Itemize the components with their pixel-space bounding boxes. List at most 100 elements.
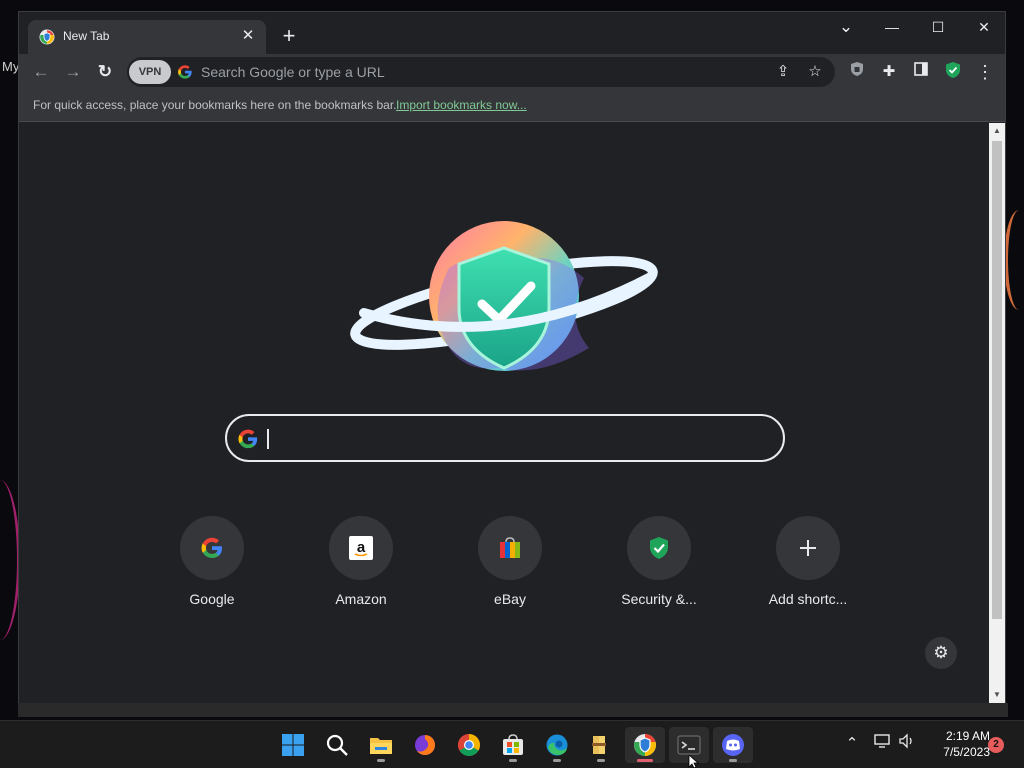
shortcut-tile: [627, 516, 691, 580]
google-g-icon: [178, 65, 192, 79]
system-clock[interactable]: 2:19 AM 7/5/2023: [922, 728, 990, 760]
bookmarks-bar: For quick access, place your bookmarks h…: [19, 90, 1005, 122]
start-button[interactable]: [273, 727, 313, 763]
security-extension-icon[interactable]: [942, 61, 964, 83]
shortcut-label: Add shortc...: [768, 591, 848, 607]
scroll-thumb[interactable]: [992, 141, 1002, 619]
tab-new-tab[interactable]: New Tab ✕: [28, 20, 266, 54]
shortcut-tile: [478, 516, 542, 580]
side-panel-icon[interactable]: [910, 61, 932, 83]
shortcuts-grid: Google a Amazon eBay Security &... Add s…: [156, 516, 856, 616]
security-planet-illustration: [350, 221, 658, 371]
forward-button[interactable]: →: [59, 58, 87, 86]
show-hidden-icons-chevron-icon[interactable]: ⌃: [841, 733, 863, 755]
ntp-search-box[interactable]: [225, 414, 785, 462]
folder-icon: [370, 738, 392, 754]
clock-time: 2:19 AM: [945, 729, 990, 743]
shield-check-icon: [650, 537, 668, 559]
shortcut-tile: [776, 516, 840, 580]
omnibox-placeholder: Search Google or type a URL: [201, 64, 385, 80]
taskbar-winrar[interactable]: [581, 727, 621, 763]
running-indicator: [729, 759, 737, 762]
address-bar[interactable]: VPN Search Google or type a URL ⇪ ☆: [127, 57, 835, 87]
minimize-button[interactable]: —: [869, 14, 915, 40]
taskbar-search-button[interactable]: [317, 727, 357, 763]
vpn-button[interactable]: VPN: [129, 60, 171, 84]
scroll-up-arrow-icon[interactable]: ▲: [989, 123, 1005, 139]
discord-icon: [722, 734, 744, 756]
desktop-icon-label[interactable]: My: [2, 59, 19, 74]
shortcut-tile: [180, 516, 244, 580]
new-tab-button[interactable]: +: [276, 24, 302, 50]
share-icon[interactable]: ⇪: [773, 62, 793, 82]
terminal-icon: [677, 735, 701, 755]
shortcut-google[interactable]: Google: [156, 516, 268, 616]
wallpaper-glow-right: [1004, 210, 1024, 310]
active-indicator: [637, 759, 653, 762]
running-indicator: [509, 759, 517, 762]
new-tab-page: Google a Amazon eBay Security &... Add s…: [19, 123, 989, 703]
taskbar-file-explorer[interactable]: [361, 727, 401, 763]
taskbar-discord[interactable]: [713, 727, 753, 763]
title-bar[interactable]: New Tab ✕ + ⌄ — ☐ ✕: [19, 12, 1005, 54]
secure-browser-icon: [634, 734, 656, 756]
shortcut-label: eBay: [494, 591, 526, 607]
import-bookmarks-link[interactable]: Import bookmarks now...: [396, 98, 527, 112]
firefox-icon: [415, 735, 435, 755]
shortcut-amazon[interactable]: a Amazon: [305, 516, 417, 616]
reload-button[interactable]: ↻: [91, 58, 119, 86]
background-window-strip: [18, 703, 1008, 717]
svg-text:a: a: [357, 539, 366, 556]
search-icon: [326, 734, 348, 756]
shortcut-label: Google: [189, 591, 235, 607]
running-indicator: [597, 759, 605, 762]
network-icon[interactable]: [872, 733, 894, 755]
mouse-pointer-icon: [688, 755, 700, 768]
extensions-puzzle-icon[interactable]: ✚: [878, 61, 900, 83]
running-indicator: [377, 759, 385, 762]
scroll-down-arrow-icon[interactable]: ▼: [989, 687, 1005, 703]
page-scrollbar[interactable]: ▲ ▼: [989, 123, 1005, 703]
shortcut-label: Security &...: [621, 591, 697, 607]
browser-favicon-icon: [39, 29, 55, 45]
shortcut-security[interactable]: Security &...: [603, 516, 715, 616]
running-indicator: [553, 759, 561, 762]
volume-icon[interactable]: [896, 733, 918, 755]
edge-icon: [546, 734, 568, 756]
store-bag-icon: [503, 734, 523, 755]
taskbar-firefox[interactable]: [405, 727, 445, 763]
bookmarks-bar-message: For quick access, place your bookmarks h…: [33, 98, 397, 112]
notification-badge[interactable]: 2: [988, 737, 1004, 753]
plus-icon: [800, 540, 816, 556]
windows-logo-icon: [282, 734, 304, 756]
taskbar-chrome[interactable]: [449, 727, 489, 763]
wallpaper-glow-left: [0, 480, 20, 640]
taskbar-secure-browser[interactable]: [625, 727, 665, 763]
tab-title: New Tab: [63, 29, 110, 43]
ebay-bag-icon: [500, 537, 520, 558]
privacy-shield-extension-icon[interactable]: [846, 61, 868, 83]
customize-gear-icon[interactable]: ⚙: [925, 637, 957, 669]
shortcut-ebay[interactable]: eBay: [454, 516, 566, 616]
tab-search-dropdown-icon[interactable]: ⌄: [823, 14, 869, 40]
close-tab-icon[interactable]: ✕: [238, 26, 258, 46]
shortcut-tile: a: [329, 516, 393, 580]
back-button[interactable]: ←: [27, 58, 55, 86]
taskbar: ⌃ 2:19 AM 7/5/2023 2: [0, 720, 1024, 768]
shortcut-add[interactable]: Add shortc...: [752, 516, 864, 616]
maximize-button[interactable]: ☐: [915, 14, 961, 40]
amazon-logo-icon: a: [349, 536, 373, 560]
taskbar-microsoft-store[interactable]: [493, 727, 533, 763]
google-logo-icon: [201, 537, 222, 558]
taskbar-edge[interactable]: [537, 727, 577, 763]
google-g-icon: [238, 429, 258, 449]
text-caret: [267, 429, 269, 449]
bookmark-star-icon[interactable]: ☆: [805, 62, 825, 82]
close-window-button[interactable]: ✕: [961, 14, 1007, 40]
browser-toolbar: ← → ↻ VPN Search Google or type a URL ⇪ …: [19, 54, 1005, 90]
shortcut-label: Amazon: [335, 591, 387, 607]
clock-date: 7/5/2023: [943, 745, 990, 759]
menu-kebab-icon[interactable]: ⋮: [974, 61, 996, 83]
archive-books-icon: [592, 736, 606, 754]
chrome-icon: [458, 734, 480, 756]
